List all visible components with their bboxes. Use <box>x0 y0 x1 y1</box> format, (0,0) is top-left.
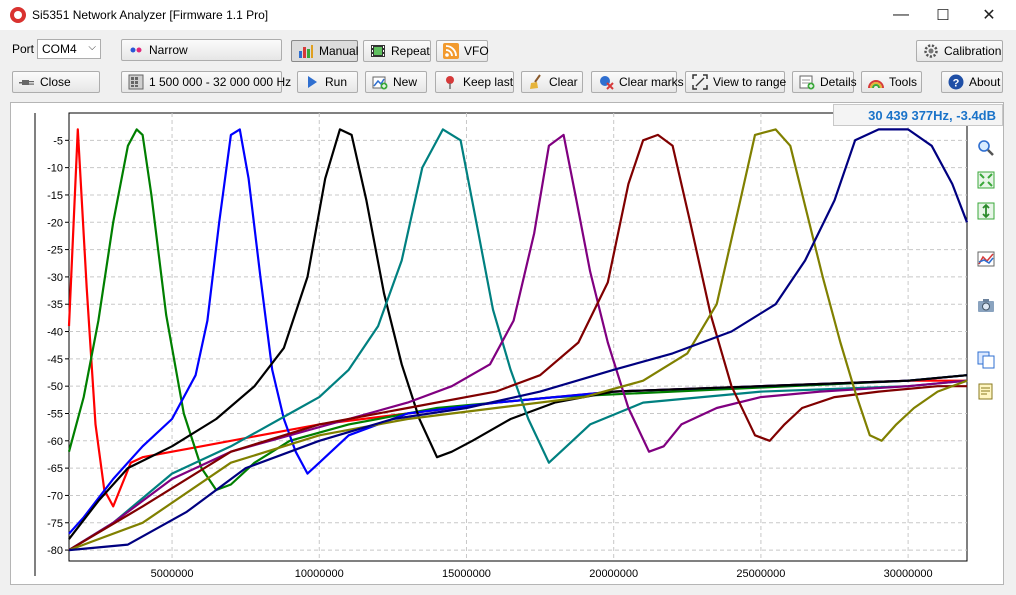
keep-last-label: Keep last <box>463 75 514 89</box>
repeat-button[interactable]: Repeat <box>363 40 431 62</box>
about-button[interactable]: ? About <box>941 71 1003 93</box>
x-tick-label: 30000000 <box>884 568 933 580</box>
clear-marks-icon <box>598 74 614 90</box>
y-tick-label: -40 <box>47 327 63 339</box>
port-select[interactable]: COM4 ⌵ <box>37 39 101 59</box>
y-tick-label: -35 <box>47 299 63 311</box>
y-tick-label: -20 <box>47 217 63 229</box>
clear-label: Clear <box>549 75 578 89</box>
new-chart-icon <box>372 74 388 90</box>
manual-label: Manual <box>319 44 359 58</box>
maximize-button[interactable]: ☐ <box>920 0 966 30</box>
pin-icon <box>442 74 458 90</box>
run-label: Run <box>325 75 348 89</box>
details-label: Details <box>820 75 857 89</box>
camera-icon[interactable] <box>975 294 997 316</box>
play-icon <box>304 74 320 90</box>
y-tick-label: -25 <box>47 245 63 257</box>
new-button[interactable]: New <box>365 71 427 93</box>
chart-panel[interactable]: 5000000 10000000 15000000 20000000 25000000 3… <box>10 102 1004 585</box>
zoom-icon[interactable] <box>975 137 997 159</box>
x-tick-label: 5000000 <box>151 568 194 580</box>
calibration-button[interactable]: Calibration <box>916 40 1003 62</box>
copy-icon[interactable] <box>975 349 997 371</box>
run-button[interactable]: Run <box>297 71 358 93</box>
details-icon <box>799 74 815 90</box>
view-to-range-label: View to range <box>713 75 787 89</box>
chart-style-icon[interactable] <box>975 248 997 270</box>
gear-icon <box>923 43 939 59</box>
x-tick-label: 20000000 <box>589 568 638 580</box>
signal-icon <box>443 43 459 59</box>
title-bar: Si5351 Network Analyzer [Firmware 1.1 Pr… <box>0 0 1016 30</box>
app-icon <box>10 7 26 23</box>
range-value: 1 500 000 - 32 000 000 Hz <box>149 75 292 89</box>
details-button[interactable]: Details <box>792 71 857 93</box>
minimize-button[interactable]: — <box>878 0 924 30</box>
y-tick-label: -30 <box>47 272 63 284</box>
keep-last-button[interactable]: Keep last <box>435 71 514 93</box>
y-tick-label: -60 <box>47 436 63 448</box>
y-tick-label: -80 <box>47 545 63 557</box>
close-port-label: Close <box>40 75 71 89</box>
vfo-button[interactable]: VFO <box>436 40 489 62</box>
plug-icon <box>19 74 35 90</box>
clear-marks-button[interactable]: Clear marks <box>591 71 684 93</box>
vertical-scale-icon[interactable] <box>975 200 997 222</box>
y-tick-label: -75 <box>47 518 63 530</box>
y-tick-label: -15 <box>47 190 63 202</box>
calibration-label: Calibration <box>944 44 1002 58</box>
range-button[interactable]: 1 500 000 - 32 000 000 Hz <box>121 71 291 93</box>
tools-button[interactable]: Tools <box>861 71 922 93</box>
tools-label: Tools <box>889 75 918 89</box>
broom-icon <box>528 74 544 90</box>
x-tick-label: 10000000 <box>295 568 344 580</box>
port-value: COM4 <box>42 42 77 56</box>
fit-view-icon <box>692 74 708 90</box>
dots-icon <box>128 42 144 58</box>
bar-chart-icon <box>298 43 314 59</box>
save-report-icon[interactable] <box>975 380 997 402</box>
zoom-fit-icon[interactable] <box>975 169 997 191</box>
rainbow-icon <box>868 74 884 90</box>
view-to-range-button[interactable]: View to range <box>685 71 787 93</box>
new-label: New <box>393 75 418 89</box>
mode-value: Narrow <box>149 43 188 57</box>
x-tick-label: 15000000 <box>442 568 491 580</box>
clear-button[interactable]: Clear <box>521 71 583 93</box>
window-title: Si5351 Network Analyzer [Firmware 1.1 Pr… <box>32 8 269 22</box>
chevron-down-icon: ⌵ <box>88 42 96 53</box>
svg-text:?: ? <box>953 78 960 90</box>
clear-marks-label: Clear marks <box>619 75 684 89</box>
mode-select[interactable]: Narrow <box>121 39 282 61</box>
manual-button[interactable]: Manual <box>291 40 358 62</box>
y-tick-label: -5 <box>53 135 63 147</box>
y-tick-label: -70 <box>47 490 63 502</box>
repeat-label: Repeat <box>391 44 430 58</box>
x-tick-label: 25000000 <box>736 568 785 580</box>
help-icon: ? <box>948 74 964 90</box>
y-tick-label: -55 <box>47 408 63 420</box>
vfo-label: VFO <box>464 44 489 58</box>
port-label: Port <box>12 42 35 56</box>
cursor-readout: 30 439 377Hz, -3.4dB <box>833 104 1003 126</box>
y-tick-label: -65 <box>47 463 63 475</box>
keypad-icon <box>128 74 144 90</box>
y-tick-label: -45 <box>47 354 63 366</box>
y-tick-label: -10 <box>47 163 63 175</box>
response-chart[interactable]: 5000000 10000000 15000000 20000000 25000000 3… <box>11 103 1003 584</box>
about-label: About <box>969 75 1001 89</box>
close-port-button[interactable]: Close <box>12 71 100 93</box>
film-icon <box>370 43 386 59</box>
close-window-button[interactable]: ✕ <box>966 0 1012 30</box>
y-tick-label: -50 <box>47 381 63 393</box>
